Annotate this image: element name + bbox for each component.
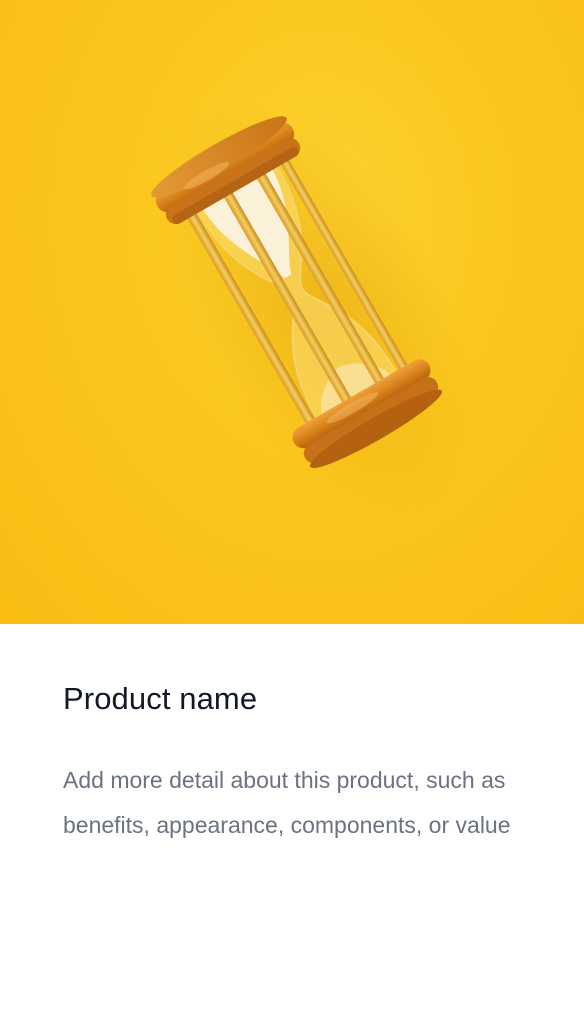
product-image [0,0,584,624]
product-card: Product name Add more detail about this … [0,0,584,1022]
hourglass-illustration [151,101,475,519]
product-description: Add more detail about this product, such… [63,767,511,838]
product-title: Product name [63,681,258,716]
product-info: Product name Add more detail about this … [0,624,584,848]
